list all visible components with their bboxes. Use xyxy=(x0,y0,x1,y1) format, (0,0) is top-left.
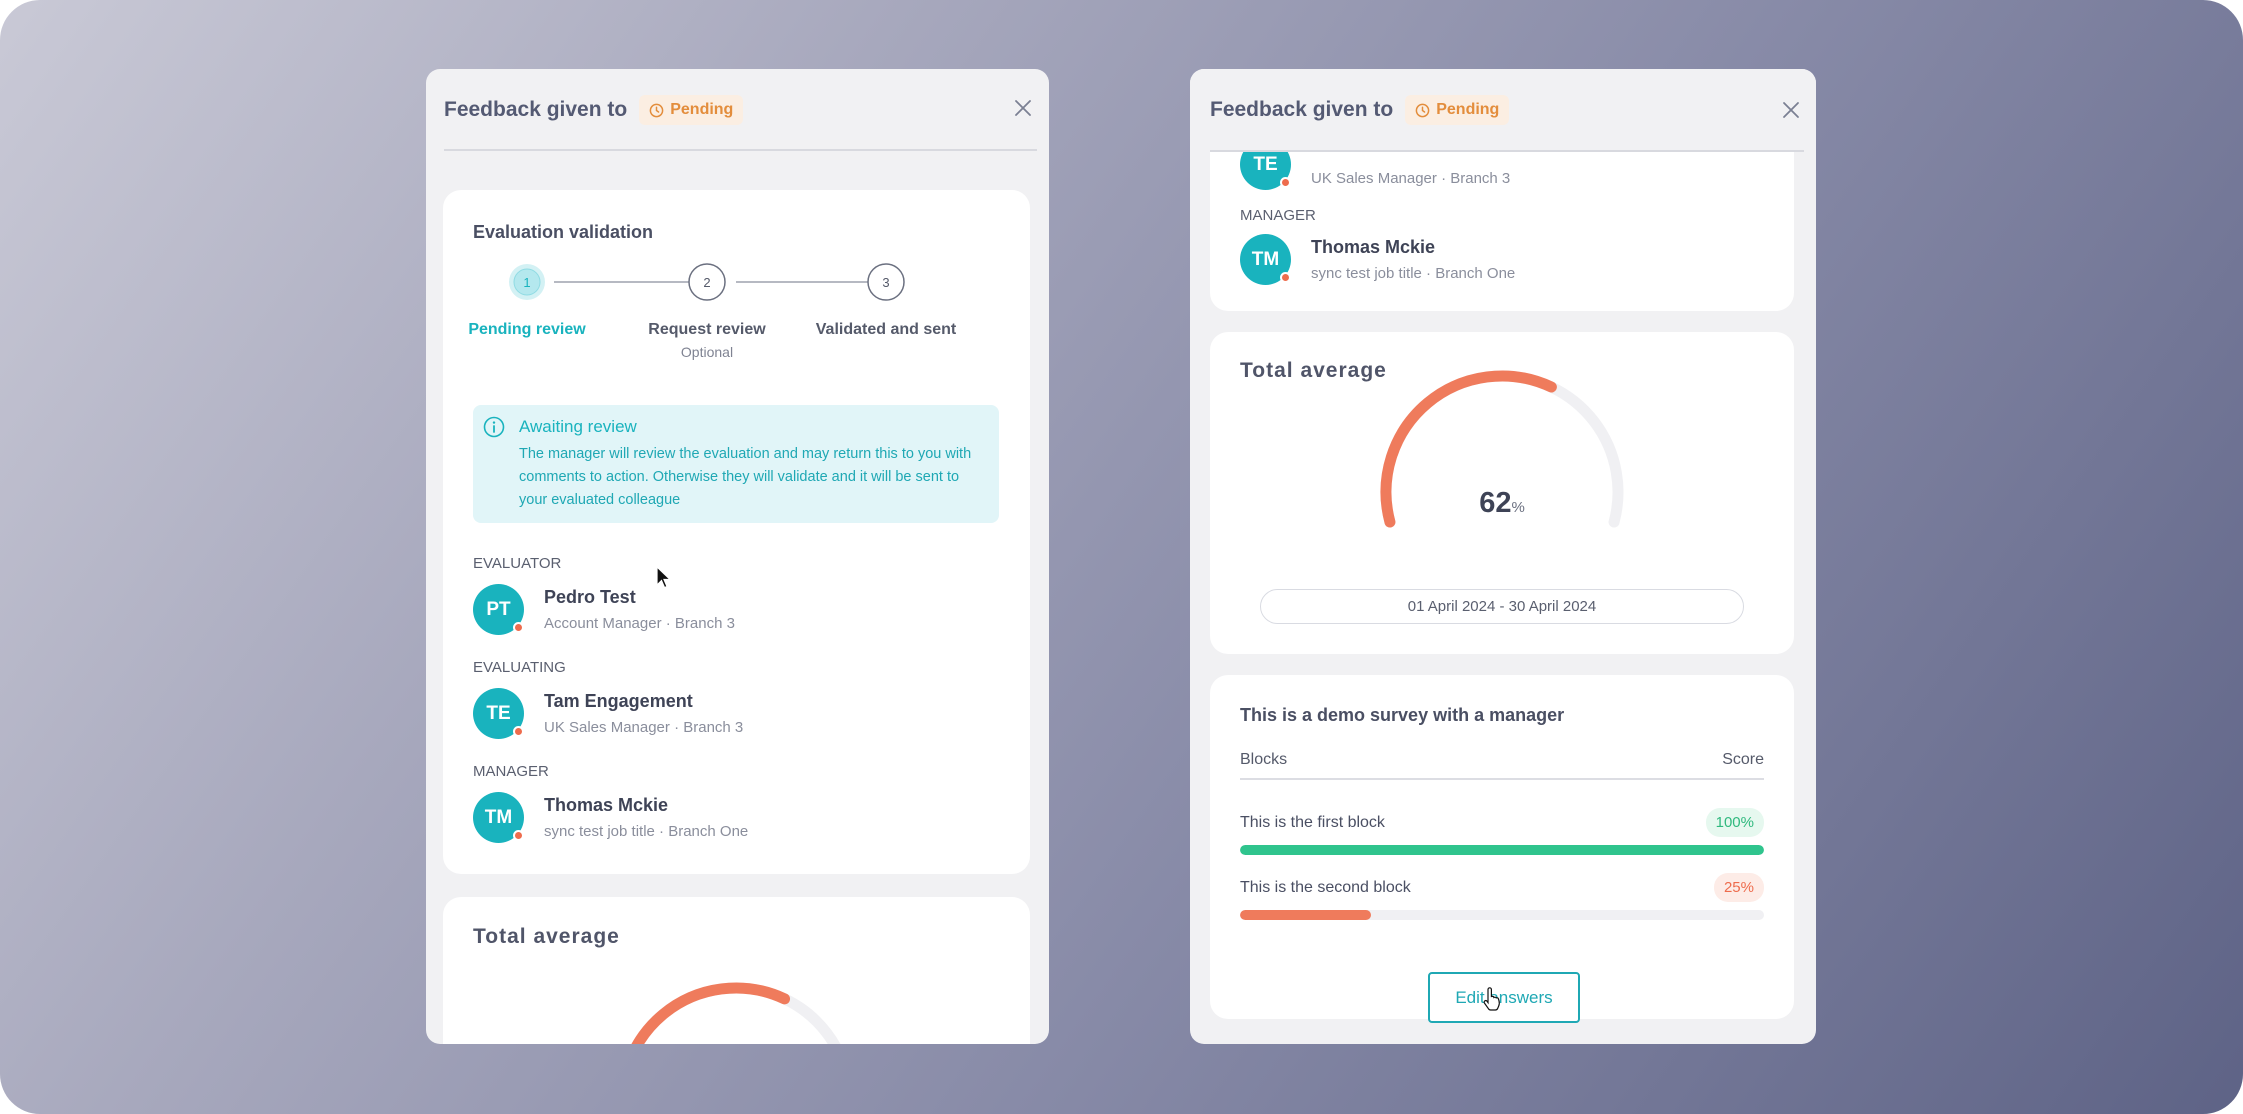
person-name: Tam Engagement xyxy=(544,691,693,711)
score-bar-track xyxy=(1240,845,1764,855)
manager-section-label: MANAGER xyxy=(1240,207,1316,224)
score-bar-fill xyxy=(1240,910,1371,920)
score-badge: 100% xyxy=(1705,808,1764,837)
evaluation-validation-card: Evaluation validation 1 2 3 Pending revi… xyxy=(443,190,1030,874)
mouse-cursor-icon xyxy=(656,566,672,589)
survey-title: This is a demo survey with a manager xyxy=(1240,705,1565,725)
panel-header: Feedback given to Pending xyxy=(1190,69,1816,151)
survey-card: This is a demo survey with a manager Blo… xyxy=(1210,675,1794,1019)
panel-header: Feedback given to Pending xyxy=(426,69,1049,151)
alert-title: Awaiting review xyxy=(519,417,637,436)
column-header-blocks: Blocks xyxy=(1240,751,1288,768)
total-average-card: Total average 62% 01 April 2024 - 30 Apr… xyxy=(1210,332,1794,654)
score-badge: 25% xyxy=(1713,873,1764,902)
clock-icon xyxy=(649,103,664,117)
date-range: 01 April 2024 - 30 April 2024 xyxy=(1260,589,1744,624)
header-divider xyxy=(444,149,1037,151)
total-average-card: Total average xyxy=(443,897,1030,1044)
gauge-value: 62% xyxy=(1479,487,1525,519)
person-role: sync test job title · Branch One xyxy=(1311,265,1516,282)
person-role: sync test job title · Branch One xyxy=(544,823,749,840)
step-1-number: 1 xyxy=(523,275,530,290)
feedback-panel-left: Feedback given to Pending Evaluation val… xyxy=(426,69,1049,1044)
person-role: UK Sales Manager · Branch 3 xyxy=(1311,170,1511,187)
status-badge-label: Pending xyxy=(670,101,734,118)
block-row-label: This is the second block xyxy=(1240,879,1411,896)
alert-text: The manager will review the evaluation a… xyxy=(519,446,972,508)
step-1-label: Pending review xyxy=(468,321,586,338)
table-divider xyxy=(1240,778,1764,780)
desktop-background: Feedback given to Pending Evaluation val… xyxy=(0,0,2243,1114)
step-3-label: Validated and sent xyxy=(815,321,957,338)
evaluator-person: PT Pedro Test Account Manager · Branch 3 xyxy=(473,584,735,635)
manager-section-label: MANAGER xyxy=(473,763,549,780)
step-2-label: Request review xyxy=(648,321,766,338)
close-icon[interactable] xyxy=(1782,101,1800,119)
manager-person: TM Thomas Mckie sync test job title · Bra… xyxy=(1240,234,1515,285)
evaluating-person: TE Tam Engagement UK Sales Manager · Bran… xyxy=(473,688,743,739)
person-role: Account Manager · Branch 3 xyxy=(544,615,735,632)
score-bar-track xyxy=(1240,910,1764,920)
step-2-sublabel: Optional xyxy=(680,344,734,360)
edit-answers-button[interactable]: Edit answers xyxy=(1428,972,1580,1023)
avatar: TE xyxy=(473,688,524,739)
avatar: TM xyxy=(473,792,524,843)
clock-icon xyxy=(1415,103,1430,117)
score-bar-fill xyxy=(1240,845,1764,855)
evaluator-section-label: EVALUATOR xyxy=(473,555,562,572)
person-name: Thomas Mckie xyxy=(1311,237,1436,257)
header-divider xyxy=(1210,150,1804,152)
person-name: Pedro Test xyxy=(544,587,636,607)
info-icon xyxy=(483,416,505,438)
avatar: TM xyxy=(1240,234,1291,285)
close-icon[interactable] xyxy=(1014,99,1032,117)
panel-title: Feedback given to xyxy=(444,98,628,121)
validation-stepper: 1 2 3 xyxy=(509,263,905,301)
block-row-label: This is the first block xyxy=(1240,814,1385,831)
status-badge: Pending xyxy=(1405,95,1510,125)
feedback-panel-right: TE .UK Sales Manager · Branch 3 MANAGER … xyxy=(1190,69,1816,1044)
status-badge-label: Pending xyxy=(1436,101,1500,118)
person-name: Thomas Mckie xyxy=(544,795,669,815)
step-3-number: 3 xyxy=(882,275,889,290)
status-badge: Pending xyxy=(639,95,744,125)
gauge xyxy=(1380,370,1624,528)
hand-cursor-icon xyxy=(1483,987,1500,1011)
avatar: PT xyxy=(473,584,524,635)
panel-title: Feedback given to xyxy=(1210,98,1394,121)
person-role: UK Sales Manager · Branch 3 xyxy=(544,719,744,736)
step-2-number: 2 xyxy=(703,275,710,290)
evaluating-section-label: EVALUATING xyxy=(473,659,566,676)
gauge xyxy=(631,982,841,1044)
column-header-score: Score xyxy=(1722,751,1764,768)
awaiting-review-alert: Awaiting review The manager will review … xyxy=(473,405,999,523)
manager-person: TM Thomas Mckie sync test job title · Bra… xyxy=(473,792,748,843)
